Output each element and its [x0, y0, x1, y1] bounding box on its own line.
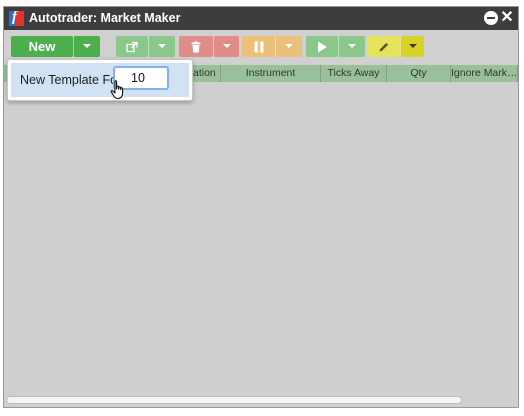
chevron-down-icon [285, 44, 293, 48]
column-header-instrument[interactable]: Instrument [221, 65, 321, 82]
window-title: Autotrader: Market Maker [29, 11, 181, 25]
chevron-down-icon [158, 44, 166, 48]
new-button[interactable]: New [11, 36, 73, 57]
pause-button[interactable] [242, 36, 275, 57]
minimize-icon[interactable] [484, 11, 498, 25]
title-bar[interactable]: f Autotrader: Market Maker ✕ [4, 7, 518, 30]
chevron-down-icon [222, 44, 231, 48]
column-header-ignore-market[interactable]: Ignore Mark… [451, 65, 518, 82]
pause-dropdown-button[interactable] [275, 36, 302, 57]
chevron-down-icon [83, 44, 91, 48]
new-dropdown-button[interactable] [73, 36, 100, 57]
pencil-icon [379, 42, 388, 51]
horizontal-scrollbar[interactable] [6, 396, 514, 405]
delete-button[interactable] [179, 36, 213, 57]
pause-icon [254, 41, 263, 52]
play-dropdown-button[interactable] [338, 36, 365, 57]
chevron-down-icon [408, 44, 417, 48]
chevron-down-icon [348, 44, 356, 48]
new-template-label: New Template For [20, 73, 122, 87]
trash-icon [191, 41, 201, 52]
column-header-ticks-away[interactable]: Ticks Away [321, 65, 387, 82]
f-logo-icon: f [9, 11, 24, 26]
edit-dropdown-button[interactable] [400, 36, 424, 57]
play-button[interactable] [306, 36, 338, 57]
hand-pointer-icon [110, 80, 124, 100]
column-header-qty[interactable]: Qty [387, 65, 451, 82]
external-link-icon [126, 41, 138, 52]
launch-dropdown-button[interactable] [148, 36, 175, 57]
play-icon [318, 41, 327, 52]
launch-button[interactable] [116, 36, 148, 57]
scrollbar-thumb[interactable] [6, 396, 462, 404]
close-icon[interactable]: ✕ [500, 10, 514, 26]
grid-body[interactable] [4, 82, 518, 394]
edit-button[interactable] [367, 36, 400, 57]
delete-dropdown-button[interactable] [213, 36, 239, 57]
